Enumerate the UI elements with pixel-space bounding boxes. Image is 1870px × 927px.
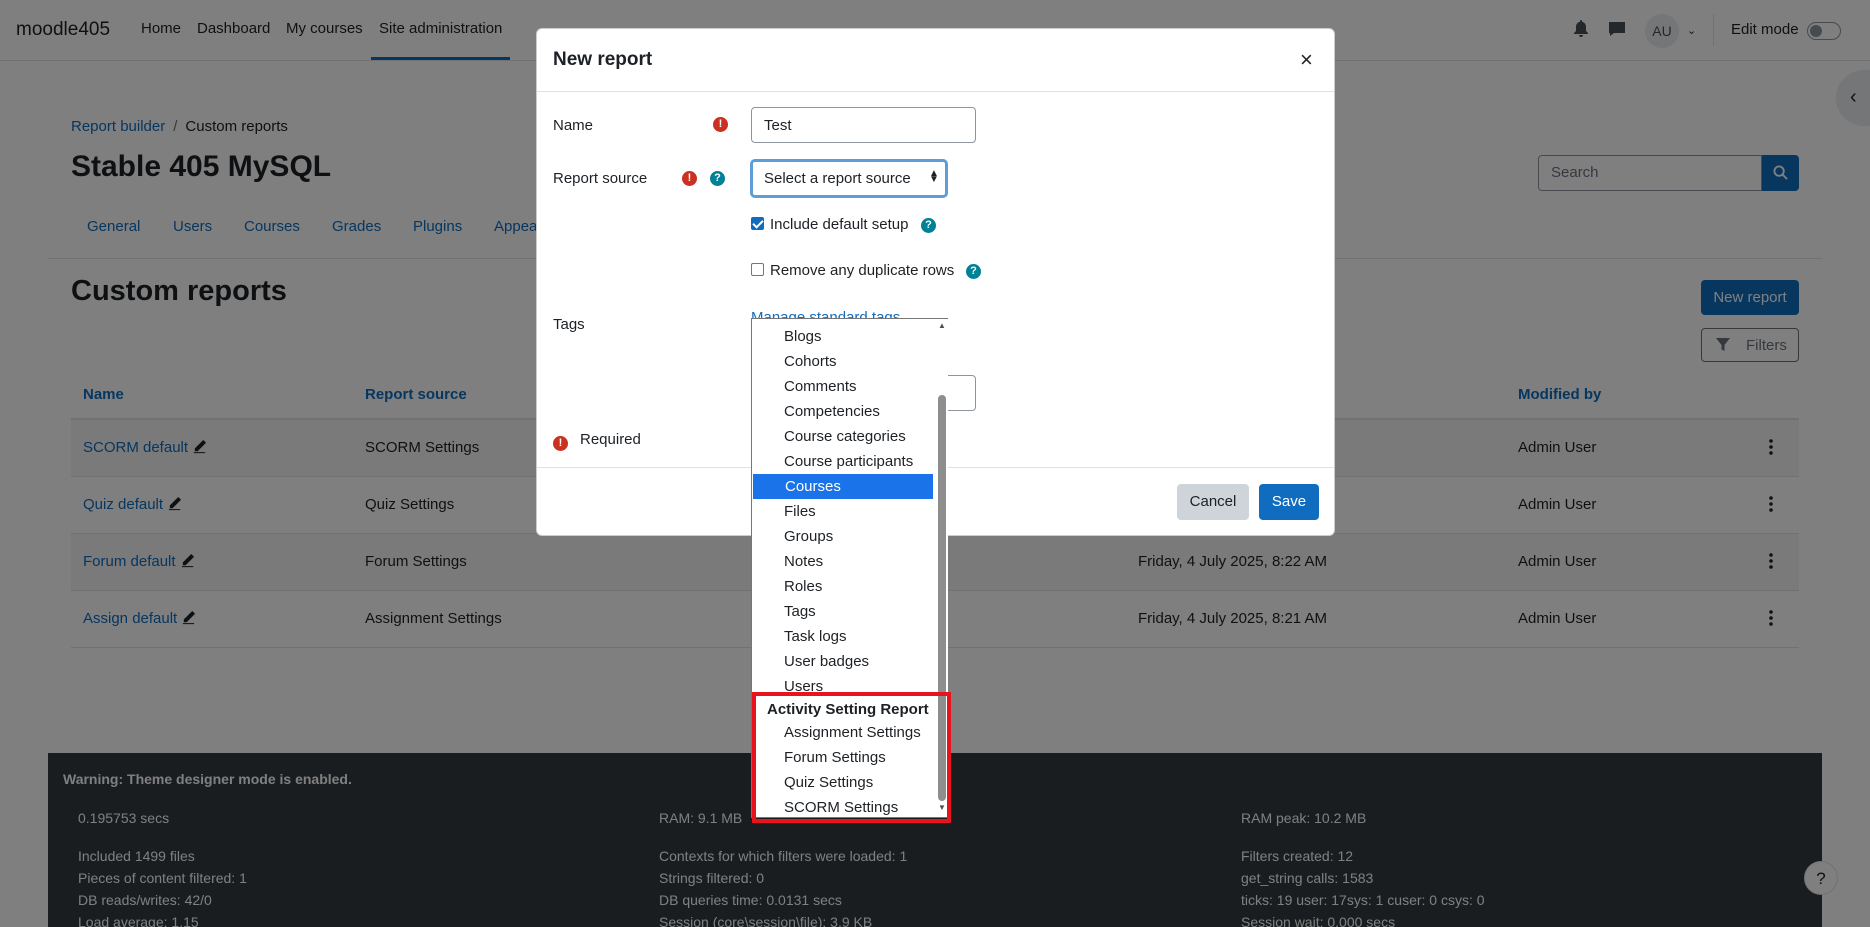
include-default-setup-label: Include default setup xyxy=(770,216,909,233)
option-groups[interactable]: Groups xyxy=(752,524,933,549)
required-label: Required xyxy=(580,431,641,448)
remove-duplicates-label: Remove any duplicate rows xyxy=(770,262,955,279)
remove-duplicates-checkbox[interactable] xyxy=(751,263,764,276)
select-arrows-icon: ▲ ▼ xyxy=(929,168,939,185)
help-question-icon[interactable]: ? xyxy=(710,171,725,186)
option-notes[interactable]: Notes xyxy=(752,549,933,574)
name-label: Name xyxy=(553,117,594,134)
option-courses[interactable]: Courses xyxy=(753,474,933,499)
required-icon: ! xyxy=(713,117,728,132)
report-source-label: Report source xyxy=(553,170,648,187)
option-course-participants[interactable]: Course participants xyxy=(752,449,933,474)
option-comments[interactable]: Comments xyxy=(752,374,933,399)
include-default-setup-checkbox[interactable] xyxy=(751,217,764,230)
report-source-value: Select a report source xyxy=(764,170,911,187)
help-question-icon[interactable]: ? xyxy=(921,218,936,233)
required-legend: ! Required xyxy=(553,431,641,451)
required-icon: ! xyxy=(682,171,697,186)
option-cohorts[interactable]: Cohorts xyxy=(752,349,933,374)
option-user-badges[interactable]: User badges xyxy=(752,649,933,674)
tags-label: Tags xyxy=(553,316,585,333)
option-roles[interactable]: Roles xyxy=(752,574,933,599)
report-name-input[interactable]: Test xyxy=(751,107,976,143)
required-icon: ! xyxy=(553,436,568,451)
scroll-up-icon[interactable]: ▲ xyxy=(938,321,946,330)
cancel-button[interactable]: Cancel xyxy=(1177,484,1249,520)
save-button[interactable]: Save xyxy=(1259,484,1319,520)
remove-duplicates-row[interactable]: Remove any duplicate rows xyxy=(751,262,954,279)
option-tags[interactable]: Tags xyxy=(752,599,933,624)
option-course-categories[interactable]: Course categories xyxy=(752,424,933,449)
option-task-logs[interactable]: Task logs xyxy=(752,624,933,649)
close-icon[interactable]: × xyxy=(1300,47,1313,73)
report-source-select[interactable]: Select a report source ▲ ▼ xyxy=(750,159,948,198)
include-default-setup-row[interactable]: Include default setup xyxy=(751,216,908,233)
option-blogs[interactable]: Blogs xyxy=(752,324,933,349)
help-question-icon[interactable]: ? xyxy=(966,264,981,279)
modal-title: New report xyxy=(553,49,653,70)
option-competencies[interactable]: Competencies xyxy=(752,399,933,424)
option-files[interactable]: Files xyxy=(752,499,933,524)
modal-header-divider xyxy=(537,91,1334,92)
annotation-highlight-box xyxy=(752,692,951,823)
